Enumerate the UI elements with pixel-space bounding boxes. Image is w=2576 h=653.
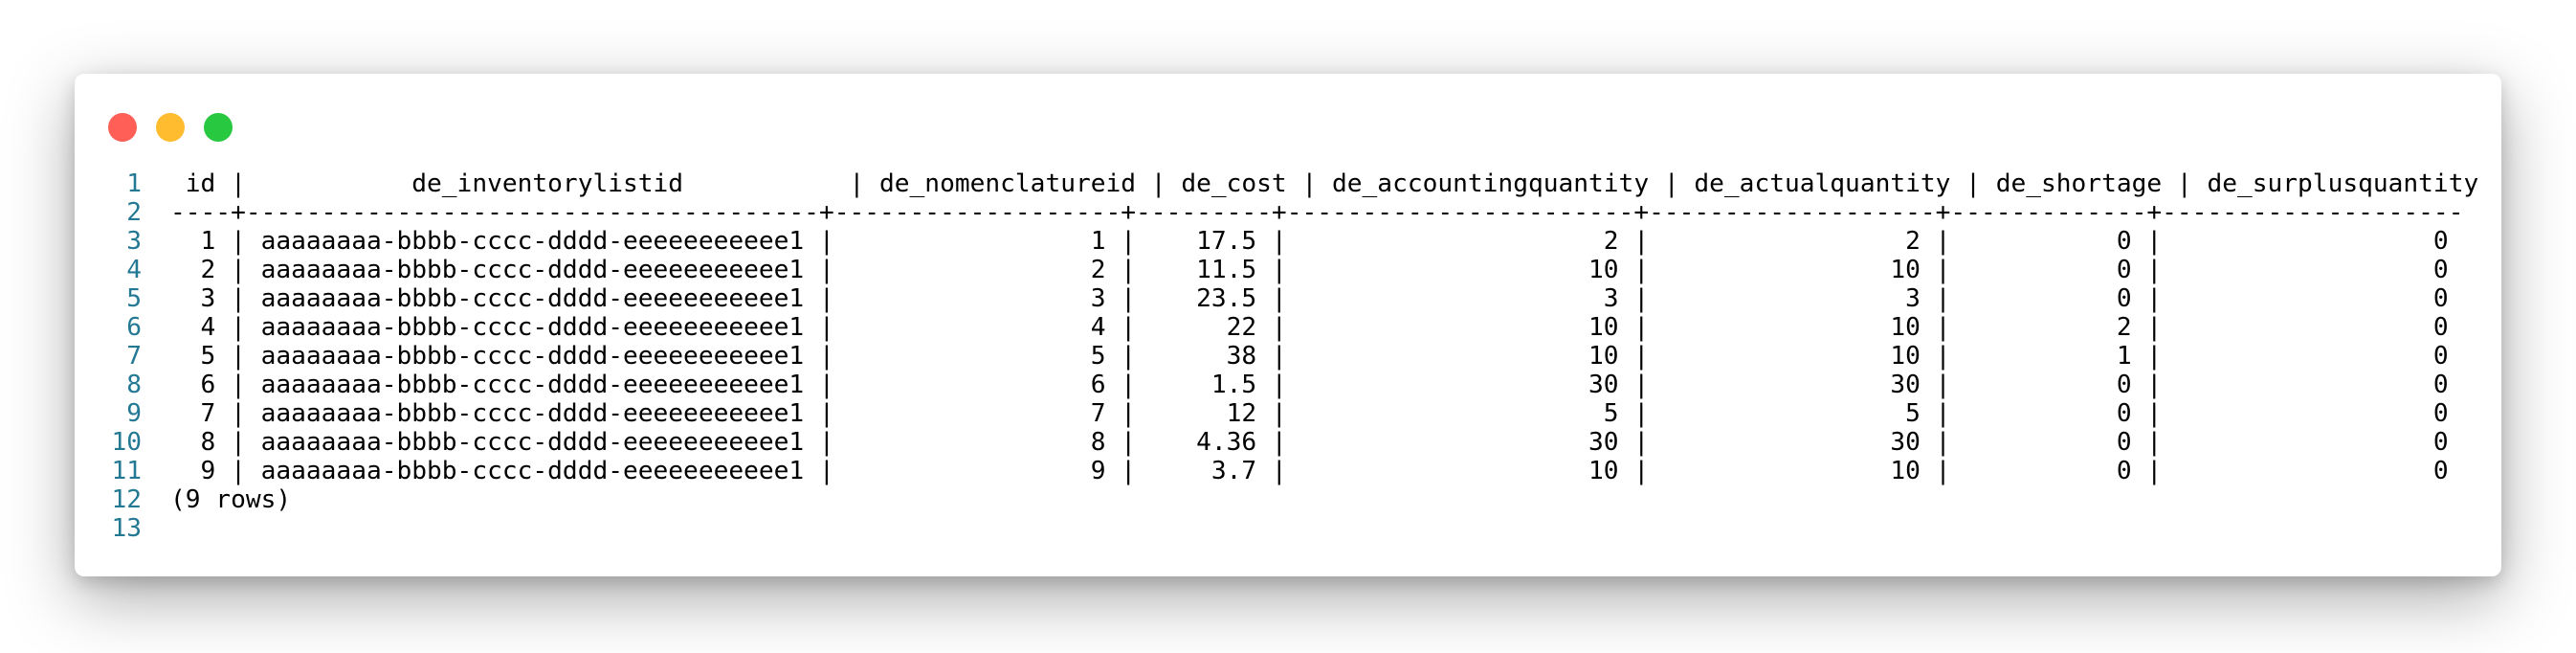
line-number: 3 xyxy=(126,227,142,256)
line-number: 11 xyxy=(111,457,142,485)
empty-line xyxy=(142,514,170,543)
code-line: 5 3 | aaaaaaaa-bbbb-cccc-dddd-eeeeeeeeee… xyxy=(75,284,2501,313)
code-block: 1 id | de_inventorylistid | de_nomenclat… xyxy=(75,169,2501,543)
table-row: 6 | aaaaaaaa-bbbb-cccc-dddd-eeeeeeeeeee1… xyxy=(170,371,2449,399)
code-line: 8 6 | aaaaaaaa-bbbb-cccc-dddd-eeeeeeeeee… xyxy=(75,371,2501,399)
maximize-window-button[interactable] xyxy=(204,113,233,142)
table-row: 5 | aaaaaaaa-bbbb-cccc-dddd-eeeeeeeeeee1… xyxy=(170,342,2449,371)
table-row: 8 | aaaaaaaa-bbbb-cccc-dddd-eeeeeeeeeee1… xyxy=(170,428,2449,457)
code-line: 13 xyxy=(75,514,2501,543)
code-line: 10 8 | aaaaaaaa-bbbb-cccc-dddd-eeeeeeeee… xyxy=(75,428,2501,457)
table-row: 7 | aaaaaaaa-bbbb-cccc-dddd-eeeeeeeeeee1… xyxy=(170,399,2449,428)
code-line: 11 9 | aaaaaaaa-bbbb-cccc-dddd-eeeeeeeee… xyxy=(75,457,2501,485)
table-row: 9 | aaaaaaaa-bbbb-cccc-dddd-eeeeeeeeeee1… xyxy=(170,457,2449,485)
window-controls xyxy=(108,113,233,142)
line-number: 5 xyxy=(126,284,142,313)
line-number: 1 xyxy=(126,169,142,198)
table-header-row: id | de_inventorylistid | de_nomenclatur… xyxy=(170,169,2479,198)
code-line: 7 5 | aaaaaaaa-bbbb-cccc-dddd-eeeeeeeeee… xyxy=(75,342,2501,371)
table-row: 3 | aaaaaaaa-bbbb-cccc-dddd-eeeeeeeeeee1… xyxy=(170,284,2449,313)
table-separator: ----+-----------------------------------… xyxy=(170,198,2464,227)
line-number: 12 xyxy=(111,485,142,514)
close-window-button[interactable] xyxy=(108,113,137,142)
line-number: 9 xyxy=(126,399,142,428)
code-line: 12 (9 rows) xyxy=(75,485,2501,514)
line-number: 10 xyxy=(111,428,142,457)
table-row: 4 | aaaaaaaa-bbbb-cccc-dddd-eeeeeeeeeee1… xyxy=(170,313,2449,342)
code-line: 1 id | de_inventorylistid | de_nomenclat… xyxy=(75,169,2501,198)
line-number: 4 xyxy=(126,256,142,284)
line-number: 7 xyxy=(126,342,142,371)
table-row: 2 | aaaaaaaa-bbbb-cccc-dddd-eeeeeeeeeee1… xyxy=(170,256,2449,284)
table-row: 1 | aaaaaaaa-bbbb-cccc-dddd-eeeeeeeeeee1… xyxy=(170,227,2449,256)
code-window: 1 id | de_inventorylistid | de_nomenclat… xyxy=(75,74,2501,576)
code-line: 3 1 | aaaaaaaa-bbbb-cccc-dddd-eeeeeeeeee… xyxy=(75,227,2501,256)
row-count: (9 rows) xyxy=(170,485,292,514)
line-number: 6 xyxy=(126,313,142,342)
code-line: 9 7 | aaaaaaaa-bbbb-cccc-dddd-eeeeeeeeee… xyxy=(75,399,2501,428)
line-number: 8 xyxy=(126,371,142,399)
line-number: 2 xyxy=(126,198,142,227)
line-number: 13 xyxy=(111,514,142,543)
code-line: 6 4 | aaaaaaaa-bbbb-cccc-dddd-eeeeeeeeee… xyxy=(75,313,2501,342)
code-line: 2 ----+---------------------------------… xyxy=(75,198,2501,227)
minimize-window-button[interactable] xyxy=(156,113,185,142)
code-line: 4 2 | aaaaaaaa-bbbb-cccc-dddd-eeeeeeeeee… xyxy=(75,256,2501,284)
